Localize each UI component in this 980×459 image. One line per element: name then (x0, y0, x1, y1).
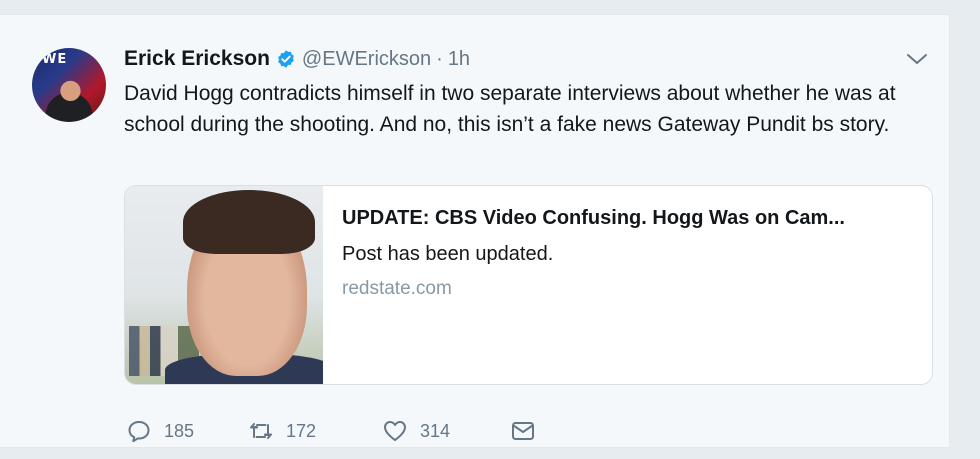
reply-icon (128, 421, 150, 443)
link-thumbnail (125, 186, 323, 384)
reply-count: 185 (164, 420, 195, 441)
timestamp[interactable]: 1h (448, 48, 470, 71)
tweet-text: David Hogg contradicts himself in two se… (124, 82, 896, 136)
direct-message-button[interactable] (510, 417, 536, 445)
like-icon (384, 421, 406, 441)
author-name[interactable]: Erick Erickson (124, 47, 270, 71)
like-count: 314 (420, 420, 451, 441)
link-title: UPDATE: CBS Video Confusing. Hogg Was on… (342, 207, 845, 229)
separator-dot: · (436, 47, 443, 70)
retweet-button[interactable]: 172 (248, 417, 316, 445)
link-description: Post has been updated. (342, 243, 554, 265)
chevron-down-icon[interactable] (905, 50, 929, 68)
direct-message-icon (512, 422, 534, 440)
tweet-card[interactable]: WE Erick Erickson @EWErickson · 1h David… (0, 14, 950, 448)
reply-button[interactable]: 185 (126, 417, 194, 445)
thumbnail-hair (183, 190, 315, 254)
author-handle[interactable]: @EWErickson (302, 48, 431, 71)
avatar-text: WE (42, 52, 68, 67)
link-preview-card[interactable]: UPDATE: CBS Video Confusing. Hogg Was on… (124, 185, 933, 385)
retweet-count: 172 (286, 420, 317, 441)
retweet-icon (250, 423, 272, 439)
link-domain: redstate.com (342, 278, 452, 299)
avatar[interactable]: WE (32, 48, 106, 122)
tweet-header: Erick Erickson @EWErickson · 1h (124, 45, 470, 73)
like-button[interactable]: 314 (382, 417, 450, 445)
verified-badge-icon (278, 50, 294, 68)
